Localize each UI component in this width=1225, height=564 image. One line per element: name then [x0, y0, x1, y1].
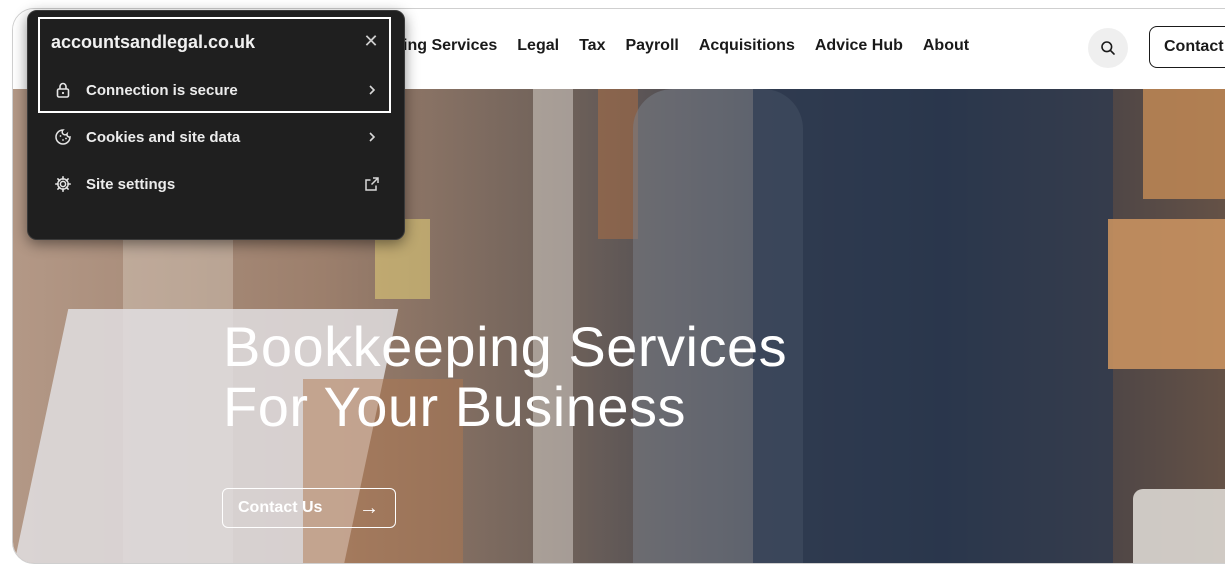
hero-background-box [1108, 219, 1225, 369]
site-domain: accountsandlegal.co.uk [51, 32, 256, 52]
cookies-site-data-item[interactable]: Cookies and site data [52, 124, 382, 150]
main-nav: ing Services Legal Tax Payroll Acquisiti… [403, 37, 969, 55]
site-settings-item[interactable]: Site settings [52, 171, 382, 197]
nav-tax[interactable]: Tax [579, 37, 605, 55]
site-settings-label: Site settings [86, 175, 176, 193]
hero-title-line-2: For Your Business [223, 375, 686, 438]
nav-advice-hub[interactable]: Advice Hub [815, 37, 903, 55]
search-icon [1101, 41, 1115, 55]
arrow-right-icon: → [359, 497, 379, 519]
chevron-right-icon [362, 127, 382, 147]
contact-us-button[interactable]: Contact Us → [222, 488, 396, 528]
nav-acquisitions[interactable]: Acquisitions [699, 37, 795, 55]
hero-title: Bookkeeping Services For Your Business [223, 317, 787, 437]
nav-about[interactable]: About [923, 37, 969, 55]
connection-secure-label: Connection is secure [86, 81, 238, 99]
nav-payroll[interactable]: Payroll [625, 37, 678, 55]
hero-background-apron [753, 89, 1113, 563]
hero-background-mug [1133, 489, 1225, 563]
connection-secure-item[interactable]: Connection is secure [52, 77, 382, 103]
search-button[interactable] [1088, 28, 1128, 68]
cookie-icon [52, 126, 74, 148]
lock-icon [52, 79, 74, 101]
gear-icon [52, 173, 74, 195]
nav-legal[interactable]: Legal [517, 37, 559, 55]
hero-background-box [598, 89, 638, 239]
contact-us-label: Contact Us [238, 499, 323, 516]
external-link-icon [362, 174, 382, 194]
hero-title-line-1: Bookkeeping Services [223, 315, 788, 378]
nav-bookkeeping-services[interactable]: ing Services [403, 37, 497, 55]
cookies-site-data-label: Cookies and site data [86, 128, 241, 146]
close-icon[interactable]: ✕ [360, 30, 382, 52]
chevron-right-icon [362, 80, 382, 100]
contact-button[interactable]: Contact [1149, 26, 1225, 68]
hero-background-box [1143, 89, 1225, 199]
site-info-popover: accountsandlegal.co.uk ✕ Connection is s… [27, 10, 405, 240]
